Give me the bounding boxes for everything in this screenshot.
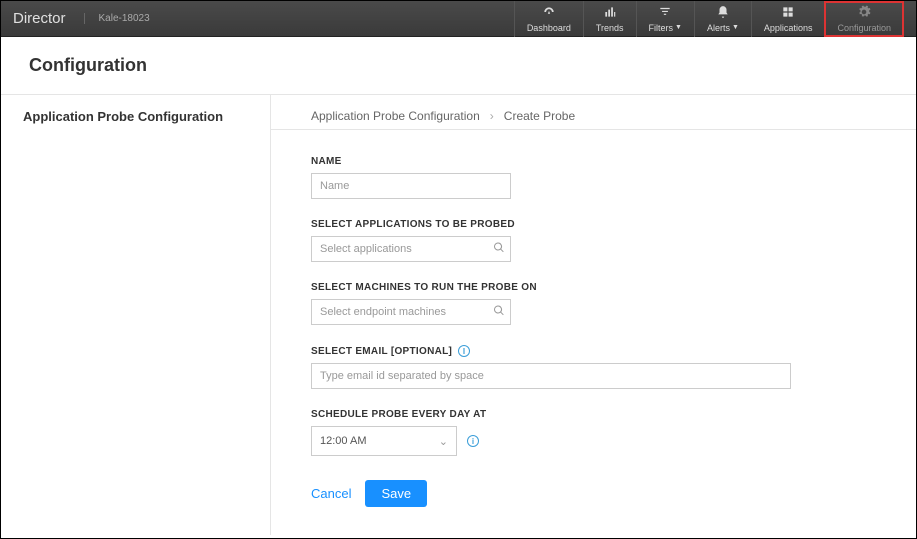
session-id: Kale-18023 bbox=[84, 13, 150, 24]
name-label: NAME bbox=[311, 156, 811, 167]
form-actions: Cancel Save bbox=[311, 480, 811, 507]
trends-icon bbox=[603, 5, 617, 23]
breadcrumb-current: Create Probe bbox=[504, 109, 575, 123]
nav-label: Alerts bbox=[707, 23, 730, 33]
schedule-label: SCHEDULE PROBE EVERY DAY AT bbox=[311, 409, 811, 420]
nav-dashboard[interactable]: Dashboard bbox=[514, 1, 583, 37]
info-icon[interactable]: i bbox=[458, 345, 470, 357]
applications-icon bbox=[781, 5, 795, 23]
name-input[interactable] bbox=[311, 173, 511, 199]
save-button[interactable]: Save bbox=[365, 480, 427, 507]
nav-label: Applications bbox=[764, 23, 813, 33]
create-probe-form: NAME SELECT APPLICATIONS TO BE PROBED SE… bbox=[311, 156, 811, 507]
nav-label: Configuration bbox=[837, 23, 891, 33]
alerts-icon bbox=[716, 5, 730, 23]
body: Application Probe Configuration Applicat… bbox=[1, 94, 916, 535]
machines-label: SELECT MACHINES TO RUN THE PROBE ON bbox=[311, 282, 811, 293]
search-icon bbox=[493, 305, 505, 320]
nav-trends[interactable]: Trends bbox=[583, 1, 636, 37]
top-bar: Director Kale-18023 Dashboard Trends Fil… bbox=[1, 1, 916, 37]
cancel-button[interactable]: Cancel bbox=[311, 486, 351, 501]
dashboard-icon bbox=[542, 5, 556, 23]
top-nav: Dashboard Trends Filters▼ Alerts▼ Applic… bbox=[514, 1, 904, 37]
breadcrumb-parent[interactable]: Application Probe Configuration bbox=[311, 109, 480, 123]
nav-label: Filters bbox=[649, 23, 674, 33]
field-applications: SELECT APPLICATIONS TO BE PROBED bbox=[311, 219, 811, 262]
brand: Director bbox=[13, 10, 66, 27]
machines-input[interactable] bbox=[311, 299, 511, 325]
apps-label: SELECT APPLICATIONS TO BE PROBED bbox=[311, 219, 811, 230]
nav-applications[interactable]: Applications bbox=[751, 1, 825, 37]
search-icon bbox=[493, 242, 505, 257]
nav-label: Trends bbox=[596, 23, 624, 33]
sidebar-item-app-probe[interactable]: Application Probe Configuration bbox=[23, 109, 248, 124]
nav-alerts[interactable]: Alerts▼ bbox=[694, 1, 751, 37]
chevron-down-icon: ▼ bbox=[732, 24, 739, 31]
content: Application Probe Configuration › Create… bbox=[271, 95, 916, 535]
nav-label: Dashboard bbox=[527, 23, 571, 33]
sidebar: Application Probe Configuration bbox=[1, 95, 271, 535]
field-machines: SELECT MACHINES TO RUN THE PROBE ON bbox=[311, 282, 811, 325]
email-label: SELECT EMAIL [OPTIONAL] bbox=[311, 346, 452, 357]
chevron-down-icon: ⌄ bbox=[439, 435, 448, 448]
field-email: SELECT EMAIL [OPTIONAL] i bbox=[311, 345, 811, 389]
nav-configuration[interactable]: Configuration bbox=[824, 1, 904, 37]
email-input[interactable] bbox=[311, 363, 791, 389]
info-icon[interactable]: i bbox=[467, 435, 479, 447]
gear-icon bbox=[857, 5, 871, 23]
divider bbox=[271, 129, 916, 130]
schedule-select[interactable]: 12:00 AM ⌄ bbox=[311, 426, 457, 456]
nav-filters[interactable]: Filters▼ bbox=[636, 1, 694, 37]
chevron-right-icon: › bbox=[490, 109, 494, 123]
field-name: NAME bbox=[311, 156, 811, 199]
filters-icon bbox=[658, 5, 672, 23]
field-schedule: SCHEDULE PROBE EVERY DAY AT 12:00 AM ⌄ i bbox=[311, 409, 811, 456]
chevron-down-icon: ▼ bbox=[675, 24, 682, 31]
page-title: Configuration bbox=[1, 37, 916, 94]
apps-input[interactable] bbox=[311, 236, 511, 262]
breadcrumb: Application Probe Configuration › Create… bbox=[311, 109, 876, 123]
schedule-value: 12:00 AM bbox=[320, 435, 366, 447]
